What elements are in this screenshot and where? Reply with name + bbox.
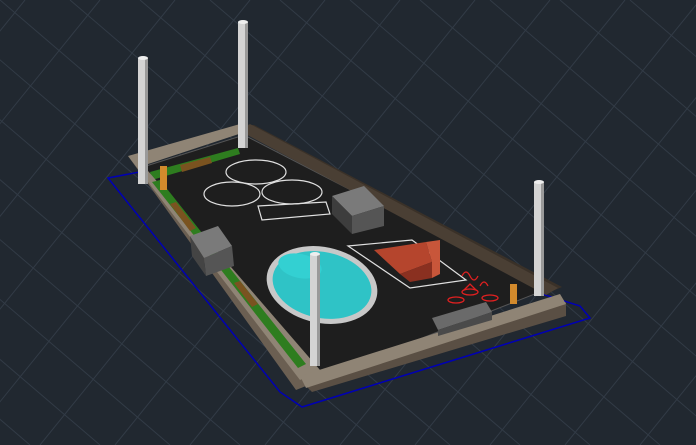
grid-line <box>564 282 696 445</box>
post-orange-right <box>510 284 517 304</box>
pillar-icon <box>534 180 544 296</box>
grid-line <box>559 0 696 118</box>
grid-line <box>489 0 696 177</box>
post-orange-left <box>160 166 167 190</box>
grid-line <box>0 418 31 445</box>
grid-line <box>489 189 696 445</box>
grid-line <box>414 96 696 445</box>
grid-line <box>629 0 696 58</box>
pillar-icon <box>238 20 248 148</box>
model-viewport[interactable] <box>0 0 696 445</box>
grid-line <box>639 374 696 445</box>
pillar-icon <box>138 56 148 184</box>
pillar-icon <box>310 252 320 366</box>
3d-scene-canvas[interactable] <box>0 0 696 445</box>
grid-line <box>419 0 696 237</box>
